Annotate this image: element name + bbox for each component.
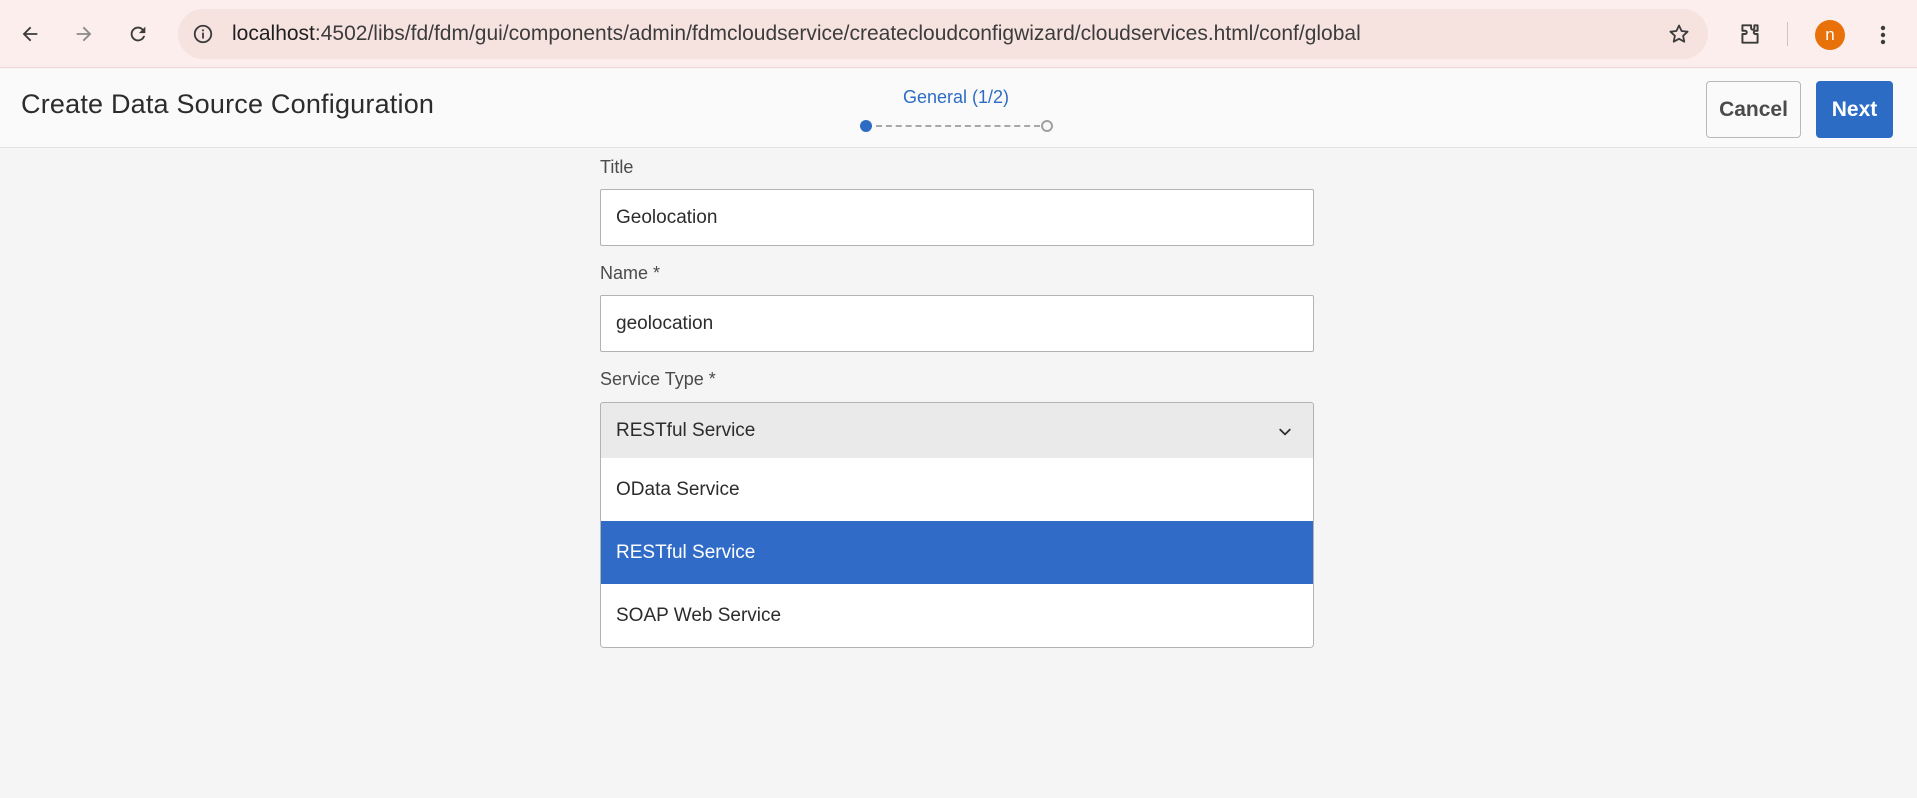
step-progress <box>860 119 1054 133</box>
chevron-down-icon <box>1275 422 1295 442</box>
back-arrow-icon[interactable] <box>10 14 50 54</box>
step-label: General (1/2) <box>902 87 1010 107</box>
browser-toolbar: localhost:4502/libs/fd/fdm/gui/component… <box>0 0 1917 68</box>
url-text[interactable]: localhost:4502/libs/fd/fdm/gui/component… <box>232 9 1361 59</box>
next-button[interactable]: Next <box>1816 81 1893 138</box>
service-type-dropdown: OData Service RESTful Service SOAP Web S… <box>600 458 1314 648</box>
forward-arrow-icon[interactable] <box>64 14 104 54</box>
info-icon[interactable] <box>190 21 216 47</box>
option-restful-service[interactable]: RESTful Service <box>601 521 1313 584</box>
option-odata-service[interactable]: OData Service <box>601 458 1313 521</box>
name-label: Name * <box>600 263 661 283</box>
service-type-select[interactable]: RESTful Service <box>600 402 1314 459</box>
service-type-label: Service Type * <box>600 369 716 389</box>
title-field[interactable] <box>600 189 1314 246</box>
step-connector <box>876 125 1040 127</box>
page-title: Create Data Source Configuration <box>21 89 435 119</box>
address-bar[interactable]: localhost:4502/libs/fd/fdm/gui/component… <box>178 9 1708 59</box>
reload-icon[interactable] <box>118 14 158 54</box>
option-soap-web-service[interactable]: SOAP Web Service <box>601 584 1313 647</box>
avatar[interactable]: n <box>1815 20 1845 50</box>
step-1-indicator <box>860 120 872 132</box>
more-vert-icon[interactable] <box>1868 17 1898 53</box>
url-path: :4502/libs/fd/fdm/gui/components/admin/f… <box>314 22 1361 45</box>
name-field[interactable] <box>600 295 1314 352</box>
toolbar-divider <box>1787 22 1788 46</box>
cancel-button[interactable]: Cancel <box>1706 81 1801 138</box>
url-host: localhost <box>232 22 315 45</box>
service-type-value: RESTful Service <box>616 419 756 441</box>
step-2-indicator <box>1041 120 1053 132</box>
title-label: Title <box>600 157 634 177</box>
extensions-icon[interactable] <box>1732 16 1768 52</box>
wizard-header: Create Data Source Configuration General… <box>0 69 1917 148</box>
star-icon[interactable] <box>1666 21 1692 47</box>
